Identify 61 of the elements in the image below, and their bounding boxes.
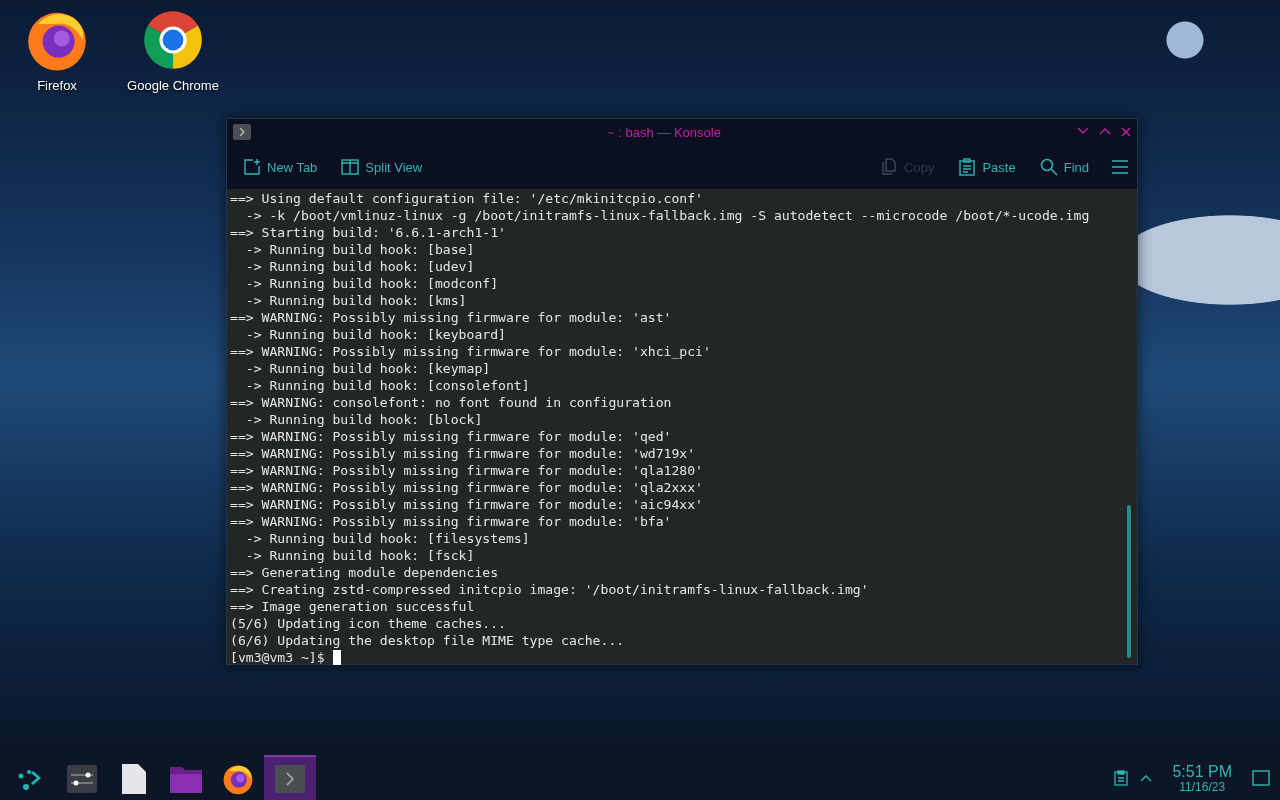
output-line: ==> WARNING: Possibly missing firmware for module: 'xhci_pci' (230, 343, 712, 360)
output-line: ==> WARNING: Possibly missing firmware for module: 'qed' (230, 428, 673, 445)
find-button[interactable]: Find (1037, 154, 1091, 180)
output-line: ==> Starting build: '6.6.1-arch1-1' (230, 224, 507, 241)
clock-time: 5:51 PM (1172, 762, 1232, 781)
icon-label: Google Chrome (127, 78, 219, 93)
shell-prompt: [vm3@vm3 ~]$ (230, 650, 325, 665)
output-line: -> Running build hook: [block] (244, 411, 484, 428)
icon-label: Firefox (37, 78, 77, 93)
output-line: (5/6) Updating icon theme caches... (230, 615, 507, 632)
output-line: -> -k /boot/vmlinuz-linux -g /boot/initramfs-linux-fallback.img -S autodetect --microcode /boot/*-ucode.img (244, 207, 1091, 224)
output-line: ==> WARNING: Possibly missing firmware for module: 'qla1280' (230, 462, 704, 479)
minimize-icon[interactable] (1077, 127, 1089, 135)
split-view-button[interactable]: Split View (339, 154, 425, 180)
clipboard-icon (958, 158, 977, 176)
output-line: (6/6) Updating the desktop file MIME type cache... (230, 632, 626, 649)
output-line: -> Running build hook: [base] (244, 241, 476, 258)
output-line: -> Running build hook: [keyboard] (244, 326, 507, 343)
terminal-icon (275, 764, 305, 793)
window-title: ~ : bash — Konsole (606, 124, 722, 140)
clock-date: 11/16/23 (1179, 780, 1226, 793)
output-line: ==> Generating module dependencies (230, 564, 500, 581)
output-line: ==> WARNING: Possibly missing firmware for module: 'ast' (230, 309, 673, 326)
terminal-output[interactable] (227, 189, 1137, 664)
output-line: ==> WARNING: consolefont: no font found in configuration (230, 394, 673, 411)
output-line: ==> WARNING: Possibly missing firmware for module: 'aic94xx' (230, 496, 704, 513)
output-line: -> Running build hook: [consolefont] (244, 377, 531, 394)
text-cursor (332, 650, 341, 665)
clock[interactable]: 5:51 PM 11/16/23 (1172, 762, 1232, 793)
clipboard-icon[interactable] (1114, 769, 1129, 786)
sliders-icon (67, 764, 97, 793)
output-line: ==> Image generation successful (230, 598, 476, 615)
terminal-icon[interactable] (233, 124, 251, 140)
output-line: -> Running build hook: [modconf] (244, 275, 500, 292)
chrome-icon (141, 8, 205, 72)
document-icon (122, 763, 146, 794)
show-desktop-icon[interactable] (1252, 769, 1270, 786)
output-line: ==> Creating zstd-compressed initcpio image: '/boot/initramfs-linux-fallback.img' (230, 581, 870, 598)
output-line: -> Running build hook: [filesystems] (244, 530, 531, 547)
desktop-icon[interactable]: Google Chrome (118, 8, 228, 93)
output-line: -> Running build hook: [udev] (244, 258, 476, 275)
split-view-icon (341, 158, 360, 176)
output-line: -> Running build hook: [fsck] (244, 547, 476, 564)
output-line: -> Running build hook: [keymap] (244, 360, 492, 377)
firefox-icon (222, 762, 254, 795)
copy-icon (880, 158, 899, 176)
output-line: ==> WARNING: Possibly missing firmware for module: 'bfa' (230, 513, 673, 530)
output-line: ==> WARNING: Possibly missing firmware for module: 'qla2xxx' (230, 479, 704, 496)
search-icon (1039, 158, 1058, 176)
output-line: -> Running build hook: [kms] (244, 292, 468, 309)
paste-button[interactable]: Paste (956, 154, 1018, 180)
new-tab-icon (243, 158, 261, 176)
maximize-icon[interactable] (1099, 127, 1111, 135)
output-line: ==> Using default configuration file: '/etc/mkinitcpio.conf' (230, 190, 704, 207)
close-icon[interactable] (1121, 127, 1131, 137)
menu-icon[interactable] (1111, 160, 1129, 174)
desktop-icon[interactable]: Firefox (2, 8, 112, 93)
folder-icon (170, 764, 202, 793)
caret-up-icon[interactable] (1140, 773, 1153, 782)
new-tab-button[interactable]: New Tab (241, 154, 320, 180)
output-line: ==> WARNING: Possibly missing firmware for module: 'wd719x' (230, 445, 697, 462)
